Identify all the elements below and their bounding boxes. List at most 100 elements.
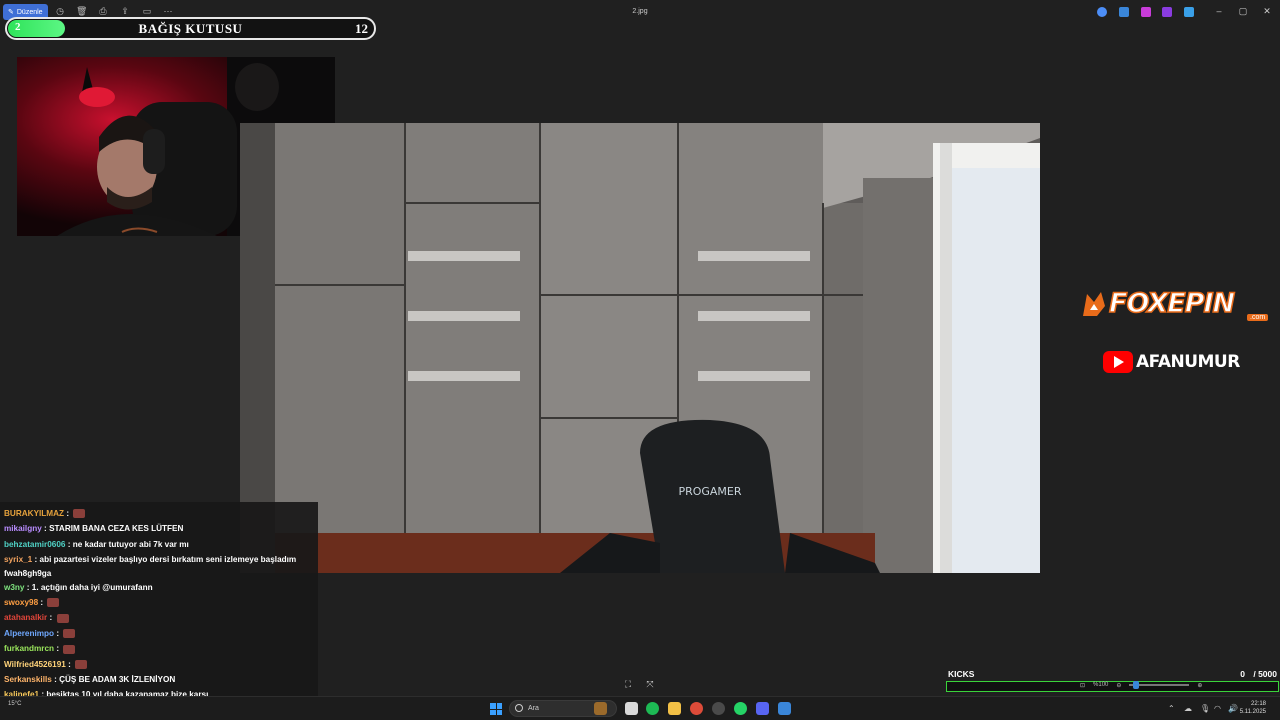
discord-icon[interactable] <box>756 702 769 715</box>
print-icon[interactable]: ⎙ <box>98 6 108 16</box>
chat-username[interactable]: mikailgny <box>4 524 42 533</box>
chat-message: Serkanskills : ÇÜŞ BE ADAM 3K İZLENİYON <box>0 672 318 687</box>
youtube-icon <box>1103 351 1133 373</box>
sponsor-logo: FOXEPIN .com <box>1079 287 1277 324</box>
chat-separator: : <box>51 675 60 685</box>
chat-message: syrix_1 : abi pazartesi vizeler başlıyo … <box>0 552 318 567</box>
microphone-icon[interactable]: 🎙 <box>1200 704 1210 713</box>
zoom-slider[interactable] <box>1129 681 1190 689</box>
chat-separator: : <box>65 539 73 549</box>
chat-emote-icon <box>63 629 76 639</box>
stream-viewer-window: ✎ Düzenle ◷ 🗑 ⎙ ⇪ ▭ ⋯ 2.jpg – ▢ ✕ 2 BAĞI… <box>0 0 1280 720</box>
chat-username[interactable]: w3ny <box>4 583 24 592</box>
chrome-icon[interactable] <box>690 702 703 715</box>
chat-emote-icon <box>56 613 69 623</box>
chat-username[interactable]: Wilfried4526191 <box>4 660 66 669</box>
weather-widget[interactable]: 15°C <box>8 701 21 707</box>
onedrive-tray-icon[interactable]: ☁ <box>1184 704 1192 713</box>
chat-username[interactable]: furkandmrcn <box>4 644 54 653</box>
youtube-channel-name: AFANUMUR <box>1136 352 1240 372</box>
donation-target: 12 <box>355 21 368 36</box>
chat-username[interactable]: Serkanskills <box>4 675 52 684</box>
chat-username[interactable]: BURAKYILMAZ <box>4 509 64 518</box>
chat-separator: : <box>54 644 62 654</box>
info-icon[interactable]: ▭ <box>142 6 152 16</box>
clipchamp-icon[interactable] <box>1141 7 1151 17</box>
share-icon[interactable]: ⇪ <box>120 6 130 16</box>
fit-to-window-icon[interactable]: ⤧ <box>645 679 655 689</box>
chat-panel: BURAKYILMAZ : mikailgny : STARIM BANA CE… <box>0 502 318 720</box>
start-button[interactable] <box>490 703 502 715</box>
chat-username[interactable]: swoxy98 <box>4 598 38 607</box>
kicks-count: 0 / 5000 <box>1240 669 1277 679</box>
chat-message: Wilfried4526191 : <box>0 657 318 672</box>
chat-text: ne kadar tutuyor abi 7k var mı <box>72 539 189 549</box>
task-view-icon[interactable] <box>625 702 638 715</box>
whatsapp-icon[interactable] <box>734 702 747 715</box>
chat-separator: : <box>24 582 32 592</box>
file-name: 2.jpg <box>632 8 648 15</box>
chat-emote-icon <box>47 598 60 608</box>
chat-text-continuation: fwah8gh9ga <box>4 568 52 578</box>
chat-emote-icon <box>63 644 76 654</box>
chat-message: BURAKYILMAZ : <box>0 506 318 521</box>
onedrive-icon[interactable] <box>1184 7 1194 17</box>
chat-message: furkandmrcn : <box>0 641 318 656</box>
designer-icon[interactable] <box>1162 7 1172 17</box>
clock-date: 5.11.2025 <box>1239 709 1266 715</box>
chat-separator: : <box>54 628 62 638</box>
edit-button-label: Düzenle <box>16 8 43 16</box>
clock-time: 22:18 <box>1250 701 1266 707</box>
fit-icon[interactable]: ⊡ <box>1080 682 1085 689</box>
more-options-icon[interactable]: ⋯ <box>163 6 173 16</box>
chat-separator: : <box>65 659 74 669</box>
delete-icon[interactable]: 🗑 <box>76 6 87 16</box>
copilot-icon[interactable] <box>1097 7 1107 17</box>
chat-message: atahanalkir : <box>0 610 318 625</box>
editor-icon[interactable] <box>1119 7 1129 17</box>
search-icon <box>515 704 523 712</box>
zoom-out-icon[interactable]: ⊖ <box>1116 682 1121 689</box>
tray-chevron-icon[interactable]: ⌃ <box>1168 704 1175 713</box>
history-icon[interactable]: ◷ <box>55 6 65 16</box>
chat-emote-icon <box>73 509 86 519</box>
chat-username[interactable]: atahanalkir <box>4 613 47 622</box>
maximize-icon[interactable]: ▢ <box>1236 5 1250 17</box>
zoom-level[interactable]: %100 <box>1093 682 1108 688</box>
chair-brand-text: PROGAMER <box>678 485 741 498</box>
volume-icon[interactable]: 🔊 <box>1228 704 1238 713</box>
kicks-label: KICKS <box>948 669 975 679</box>
chat-username[interactable]: behzatamir0606 <box>4 540 65 549</box>
chat-username[interactable]: syrix_1 <box>4 555 32 564</box>
donation-box: 2 BAĞIŞ KUTUSU 12 <box>5 17 376 40</box>
chat-message: w3ny : 1. açtığın daha iyi @umurafann <box>0 580 318 595</box>
chat-text: ÇÜŞ BE ADAM 3K İZLENİYON <box>59 675 176 685</box>
taskbar: 15°C Ara ⌃ ☁ 🎙 ◠ 🔊 22:18 5.11.2025 <box>0 696 1280 720</box>
zoom-controls: ⊡ %100 ⊖ ⊕ <box>1080 681 1202 689</box>
kicks-target: / 5000 <box>1253 669 1277 679</box>
photos-icon[interactable] <box>778 702 791 715</box>
chat-separator: : <box>38 598 46 608</box>
chat-text: 1. açtığın daha iyi @umurafann <box>31 582 153 592</box>
chat-separator: : <box>64 509 72 518</box>
chat-message: mikailgny : STARIM BANA CEZA KES LÜTFEN <box>0 521 318 536</box>
sponsor-suffix: .com <box>1247 314 1269 321</box>
taskbar-clock[interactable]: 22:18 5.11.2025 <box>1240 700 1266 716</box>
zoom-in-icon[interactable]: ⊕ <box>1197 682 1202 689</box>
minimize-icon[interactable]: – <box>1212 5 1226 17</box>
github-icon[interactable] <box>712 702 725 715</box>
spotify-icon[interactable] <box>646 702 659 715</box>
fullscreen-icon[interactable]: ⛶ <box>623 679 633 689</box>
chat-text: STARIM BANA CEZA KES LÜTFEN <box>49 524 184 534</box>
chat-emote-icon <box>75 659 88 669</box>
chat-text: abi pazartesi vizeler başlıyo dersi bırk… <box>39 555 297 565</box>
file-explorer-icon[interactable] <box>668 702 681 715</box>
kicks-current: 0 <box>1240 669 1245 679</box>
close-icon[interactable]: ✕ <box>1260 5 1274 17</box>
donation-title: BAĞIŞ KUTUSU <box>138 21 243 36</box>
chat-username[interactable]: Alperenimpo <box>4 629 54 638</box>
chat-separator: : <box>47 613 55 623</box>
wifi-icon[interactable]: ◠ <box>1214 704 1221 713</box>
game-viewport: PROGAMER <box>240 123 1040 573</box>
search-highlight-icon[interactable] <box>594 702 607 715</box>
